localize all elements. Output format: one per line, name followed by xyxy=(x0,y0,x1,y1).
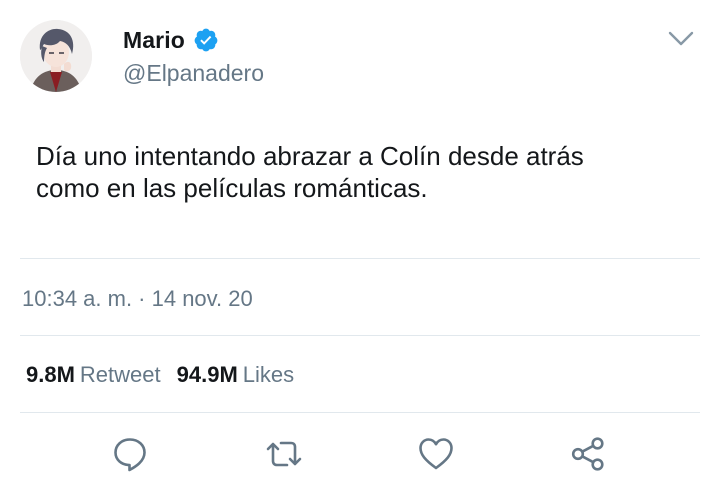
divider xyxy=(20,258,700,259)
retweet-icon xyxy=(266,441,302,467)
display-name[interactable]: Mario xyxy=(123,27,185,54)
user-handle[interactable]: @Elpanadero xyxy=(123,60,264,87)
avatar[interactable] xyxy=(20,20,92,92)
retweets-count: 9.8M xyxy=(26,362,75,387)
tweet-timestamp[interactable]: 10:34 a. m. · 14 nov. 20 xyxy=(22,286,253,312)
chevron-down-icon[interactable] xyxy=(668,30,694,48)
like-button[interactable] xyxy=(414,432,458,476)
like-icon xyxy=(419,438,453,470)
likes-count: 94.9M xyxy=(176,362,238,387)
reply-icon xyxy=(114,438,146,472)
verified-badge-icon xyxy=(193,27,219,53)
retweets-stat[interactable]: 9.8M Retweet xyxy=(26,362,161,388)
tweet-text: Día uno intentando abrazar a Colín desde… xyxy=(36,140,676,204)
tweet-text-line: Día uno intentando abrazar a Colín desde… xyxy=(36,141,584,171)
share-icon xyxy=(571,437,604,471)
tweet-actions xyxy=(0,432,720,480)
tweet-header: Mario @Elpanadero xyxy=(20,20,700,112)
tweet-stats: 9.8M Retweet 94.9M Likes xyxy=(26,362,294,388)
retweets-label: Retweet xyxy=(79,362,161,387)
user-names: Mario @Elpanadero xyxy=(123,26,264,87)
likes-stat[interactable]: 94.9M Likes xyxy=(177,362,295,388)
divider xyxy=(20,412,700,413)
likes-label: Likes xyxy=(242,362,295,387)
divider xyxy=(20,335,700,336)
tweet-text-line: como en las películas románticas. xyxy=(36,173,428,203)
reply-button[interactable] xyxy=(108,432,152,476)
retweet-button[interactable] xyxy=(262,432,306,476)
share-button[interactable] xyxy=(566,432,610,476)
